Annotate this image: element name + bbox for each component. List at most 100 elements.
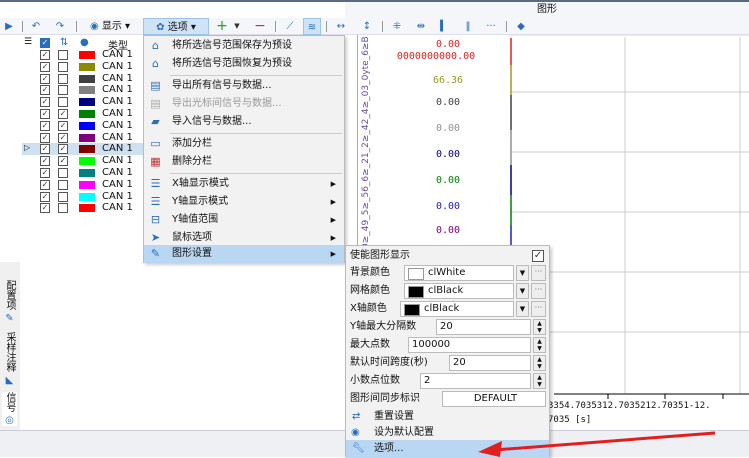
visible-checkbox[interactable]: ✓ <box>40 156 50 167</box>
color-swatch[interactable] <box>79 98 95 107</box>
axis-checkbox[interactable]: ✓ <box>58 156 68 167</box>
color-swatch[interactable] <box>79 121 95 130</box>
visible-checkbox[interactable]: ✓ <box>40 132 50 143</box>
dropdown-arrow-icon[interactable]: ▼ <box>516 301 529 317</box>
signal-row[interactable]: ✓ ✓ CAN 1 <box>22 120 145 132</box>
double-cursor-icon[interactable]: ‖ <box>460 18 476 35</box>
menu-import[interactable]: ▰ 导入信号与数据... <box>144 113 344 131</box>
line-chart-icon[interactable]: ⟋ <box>281 18 299 35</box>
single-cursor-icon[interactable]: ▍ <box>436 18 452 35</box>
list-menu-icon[interactable]: ☰ <box>24 37 32 47</box>
menu-export-cursor[interactable]: ▤ 导出光标间信号与数据... <box>144 95 344 113</box>
color-swatch[interactable] <box>79 110 95 118</box>
menu-y-axis-mode[interactable]: ☰ Y轴显示模式 ▶ <box>144 193 344 211</box>
enable-graph-checkbox[interactable]: ✓ <box>532 250 544 262</box>
visible-checkbox[interactable]: ✓ <box>40 109 50 119</box>
more-icon[interactable]: ··· <box>482 18 500 35</box>
remove-icon[interactable]: − <box>252 18 268 35</box>
visible-checkbox[interactable]: ✓ <box>40 85 50 96</box>
spinner[interactable]: ▲ ▼ <box>533 319 546 335</box>
axis-checkbox[interactable] <box>58 168 68 178</box>
redo-icon[interactable]: ↷ <box>52 18 68 35</box>
dropdown-arrow-icon[interactable]: ▼ <box>516 283 529 299</box>
enable-graph-row[interactable]: 使能图形显示 ✓ <box>346 247 549 265</box>
dropdown-arrow-icon[interactable]: ▼ <box>516 265 529 281</box>
multi-line-chart-icon[interactable]: ≋ <box>303 18 321 35</box>
signal-row[interactable]: ✓ CAN 1 <box>22 191 145 203</box>
visible-checkbox[interactable]: ✓ <box>40 203 50 214</box>
play-icon[interactable]: ▶ <box>2 18 16 35</box>
menu-save-preset[interactable]: ⌂ 将所选信号范围保存为预设 <box>144 37 344 55</box>
axis-checkbox[interactable] <box>58 85 68 96</box>
color-swatch[interactable] <box>79 51 95 59</box>
x-axis-color-select[interactable]: clBlack <box>400 301 514 317</box>
color-swatch[interactable] <box>79 133 95 142</box>
visible-checkbox[interactable]: ✓ <box>40 168 50 178</box>
menu-y-range[interactable]: ⊟ Y轴值范围 ▶ <box>144 211 344 229</box>
display-button[interactable]: ◉ 显示 ▾ <box>82 18 138 35</box>
eraser-icon[interactable]: ◆ <box>512 18 530 35</box>
time-span-input[interactable]: 20 <box>449 355 531 371</box>
signal-row[interactable]: ✓ CAN 1 <box>22 61 145 73</box>
menu-graph-settings[interactable]: ✎ 图形设置 ▶ <box>144 245 344 263</box>
signal-row[interactable]: ✓ CAN 1 <box>22 202 145 214</box>
signal-row[interactable]: ✓ CAN 1 <box>22 49 145 61</box>
signal-row[interactable]: ✓ ✓ CAN 1 <box>22 155 145 167</box>
color-swatch[interactable] <box>79 157 95 166</box>
color-swatch[interactable] <box>79 145 95 154</box>
axis-checkbox[interactable] <box>58 73 68 84</box>
more-button[interactable]: ··· <box>531 301 546 317</box>
visible-checkbox[interactable]: ✓ <box>40 73 50 84</box>
signal-row[interactable]: ✓ CAN 1 <box>22 84 145 96</box>
color-swatch[interactable] <box>79 62 95 71</box>
spinner[interactable]: ▲ ▼ <box>533 355 546 371</box>
side-tab-signal[interactable]: 信号 ◎ <box>2 392 17 427</box>
visible-checkbox[interactable]: ✓ <box>40 97 50 108</box>
color-swatch[interactable] <box>79 204 95 213</box>
zoom-horizontal-icon[interactable]: ⇹ <box>412 18 430 35</box>
axis-checkbox[interactable]: ✓ <box>58 120 68 131</box>
axis-checkbox[interactable]: ✓ <box>58 132 68 143</box>
axis-checkbox[interactable] <box>58 191 68 202</box>
visible-checkbox[interactable]: ✓ <box>40 144 50 155</box>
fit-horizontal-icon[interactable]: ↔ <box>332 18 350 35</box>
visible-checkbox[interactable]: ✓ <box>40 191 50 202</box>
add-icon[interactable]: + <box>214 18 230 35</box>
signal-row[interactable]: ✓ CAN 1 <box>22 96 145 108</box>
visible-checkbox[interactable]: ✓ <box>40 120 50 131</box>
select-all-checkbox[interactable]: ✓ <box>40 38 50 48</box>
menu-delete-pane[interactable]: ▦ 删除分栏 <box>144 153 344 171</box>
sync-id-input[interactable]: DEFAULT <box>442 391 546 407</box>
spinner[interactable]: ▲ ▼ <box>533 373 546 389</box>
visible-checkbox[interactable]: ✓ <box>40 179 50 190</box>
undo-icon[interactable]: ↶ <box>28 18 44 35</box>
grid-color-select[interactable]: clBlack <box>404 283 514 299</box>
signal-row[interactable]: ▷ ✓ ✓ CAN 1 <box>22 143 145 156</box>
fit-vertical-icon[interactable]: ↕ <box>358 18 376 35</box>
options-item[interactable]: 🔧︎ 选项... <box>346 440 549 458</box>
max-points-input[interactable]: 100000 <box>408 337 531 353</box>
menu-export-all[interactable]: ▤ 导出所有信号与数据... <box>144 77 344 95</box>
options-button[interactable]: ✿ 选项 ▾ <box>143 18 209 35</box>
more-button[interactable]: ··· <box>531 265 546 281</box>
bg-color-select[interactable]: clWhite <box>404 265 514 281</box>
more-button[interactable]: ··· <box>531 283 546 299</box>
axis-checkbox[interactable] <box>58 50 68 60</box>
color-swatch[interactable] <box>79 180 95 189</box>
signal-row[interactable]: ✓ CAN 1 <box>22 167 145 179</box>
signal-row[interactable]: ✓ ✓ CAN 1 <box>22 108 145 120</box>
axis-checkbox[interactable] <box>58 179 68 190</box>
y-max-div-input[interactable]: 20 <box>436 319 531 335</box>
color-swatch[interactable] <box>79 192 95 201</box>
axis-checkbox[interactable] <box>58 203 68 214</box>
signal-row[interactable]: ✓ CAN 1 <box>22 179 145 191</box>
decimals-input[interactable]: 2 <box>420 373 531 389</box>
color-swatch[interactable] <box>79 74 95 83</box>
axis-checkbox[interactable] <box>58 97 68 108</box>
axis-checkbox[interactable] <box>58 61 68 72</box>
menu-x-axis-mode[interactable]: ☰ X轴显示模式 ▶ <box>144 175 344 193</box>
menu-restore-preset[interactable]: ⌂ 将所选信号范围恢复为预设 <box>144 55 344 73</box>
side-tab-config[interactable]: 配置项 ✎ <box>2 280 17 324</box>
zoom-vertical-icon[interactable]: ⁜ <box>388 18 406 35</box>
axis-checkbox[interactable]: ✓ <box>58 109 68 119</box>
